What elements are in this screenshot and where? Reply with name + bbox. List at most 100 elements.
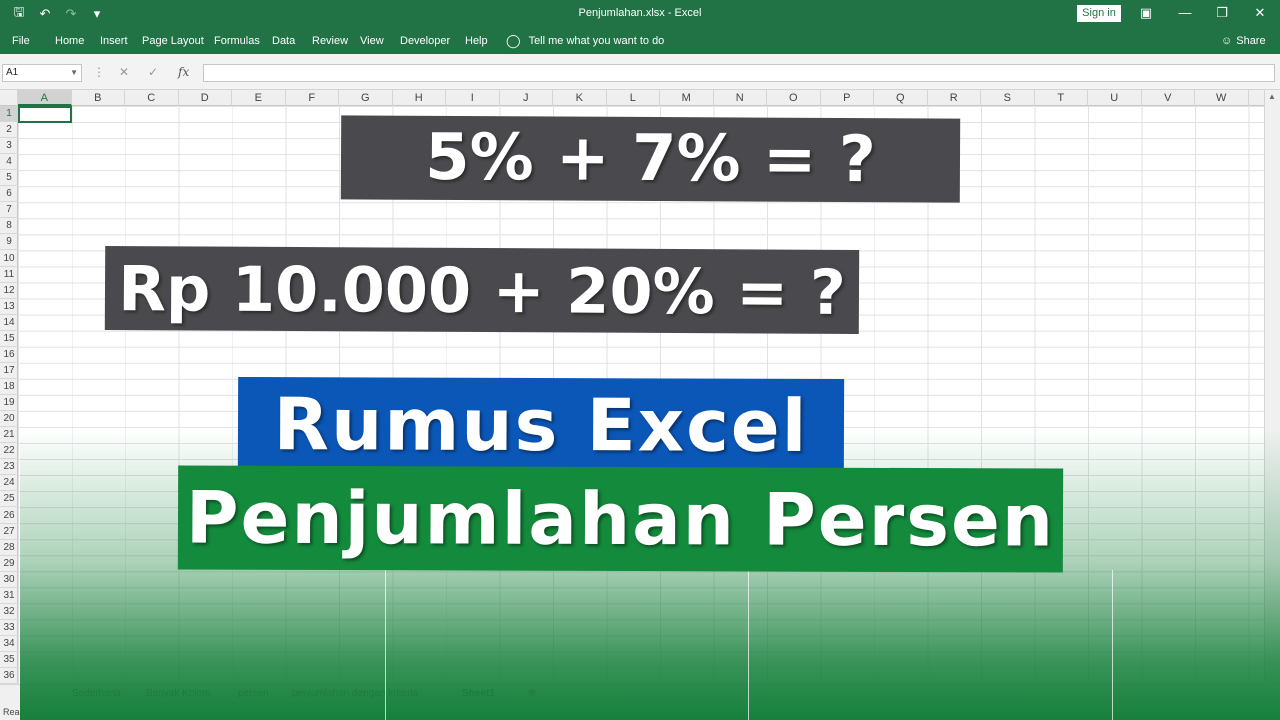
column-header[interactable]: H bbox=[393, 90, 446, 106]
scroll-up-icon[interactable]: ▲ bbox=[1268, 92, 1276, 101]
ribbon-display-options-icon[interactable]: ▣ bbox=[1136, 5, 1156, 21]
active-cell[interactable] bbox=[18, 106, 72, 123]
row-header[interactable]: 14 bbox=[0, 315, 18, 331]
column-header[interactable]: L bbox=[607, 90, 660, 106]
row-header[interactable]: 2 bbox=[0, 122, 18, 139]
row-header[interactable]: 23 bbox=[0, 459, 18, 476]
formula-input[interactable] bbox=[203, 64, 1275, 82]
row-header[interactable]: 22 bbox=[0, 443, 18, 460]
lightbulb-icon: ◯ bbox=[506, 33, 521, 48]
column-header[interactable]: W bbox=[1195, 90, 1249, 106]
row-header[interactable]: 15 bbox=[0, 331, 18, 347]
row-header[interactable]: 36 bbox=[0, 668, 18, 684]
tell-me-search[interactable]: ◯ Tell me what you want to do bbox=[506, 33, 664, 49]
tab-help[interactable]: Help bbox=[465, 35, 488, 47]
row-header[interactable]: 13 bbox=[0, 299, 18, 315]
close-icon[interactable]: ✕ bbox=[1250, 5, 1270, 21]
row-header[interactable]: 17 bbox=[0, 363, 18, 379]
column-header[interactable]: D bbox=[179, 90, 232, 106]
minimize-icon[interactable]: — bbox=[1175, 5, 1195, 20]
column-header[interactable]: G bbox=[339, 90, 393, 106]
row-header[interactable]: 20 bbox=[0, 411, 18, 428]
sheet-tab[interactable]: Sederhana bbox=[72, 688, 121, 699]
column-header[interactable]: T bbox=[1035, 90, 1088, 106]
column-header[interactable]: M bbox=[660, 90, 714, 106]
column-header[interactable]: R bbox=[928, 90, 981, 106]
decorative-line bbox=[748, 570, 749, 720]
row-header[interactable]: 24 bbox=[0, 475, 18, 492]
column-header[interactable]: K bbox=[553, 90, 607, 106]
name-box-value: A1 bbox=[6, 67, 19, 78]
column-header[interactable]: P bbox=[821, 90, 874, 106]
row-header[interactable]: 28 bbox=[0, 540, 18, 556]
status-bar: Read bbox=[0, 704, 1280, 720]
row-header[interactable]: 27 bbox=[0, 524, 18, 540]
row-header[interactable]: 7 bbox=[0, 202, 18, 219]
sign-in-button[interactable]: Sign in bbox=[1077, 5, 1121, 22]
row-header[interactable]: 3 bbox=[0, 138, 18, 155]
sheet-tab[interactable]: Banyak Kolom bbox=[146, 688, 210, 699]
column-header[interactable]: C bbox=[125, 90, 179, 106]
column-header[interactable]: E bbox=[232, 90, 286, 106]
select-all-corner[interactable] bbox=[0, 90, 18, 106]
tab-file[interactable]: File bbox=[12, 35, 30, 47]
row-header[interactable]: 16 bbox=[0, 347, 18, 363]
column-header[interactable]: J bbox=[500, 90, 553, 106]
restore-icon[interactable]: ❐ bbox=[1212, 5, 1232, 21]
row-header[interactable]: 33 bbox=[0, 620, 18, 636]
row-header[interactable]: 32 bbox=[0, 604, 18, 620]
name-box[interactable]: A1 ▼ bbox=[2, 64, 82, 82]
tab-insert[interactable]: Insert bbox=[100, 35, 128, 47]
sheet-tab-active[interactable]: Sheet1 bbox=[462, 688, 495, 699]
row-header[interactable]: 25 bbox=[0, 491, 18, 508]
add-sheet-icon[interactable]: ⊕ bbox=[528, 688, 536, 699]
column-header[interactable]: S bbox=[981, 90, 1035, 106]
tab-data[interactable]: Data bbox=[272, 35, 295, 47]
sheet-tab[interactable]: persen bbox=[238, 688, 269, 699]
column-header[interactable]: Q bbox=[874, 90, 928, 106]
row-header[interactable]: 10 bbox=[0, 251, 18, 267]
vertical-scrollbar[interactable]: ▲ bbox=[1264, 90, 1280, 684]
row-header[interactable]: 9 bbox=[0, 234, 18, 251]
row-header[interactable]: 21 bbox=[0, 427, 18, 444]
row-header[interactable]: 19 bbox=[0, 395, 18, 412]
row-header[interactable]: 18 bbox=[0, 379, 18, 396]
row-header[interactable]: 31 bbox=[0, 588, 18, 604]
row-header[interactable]: 6 bbox=[0, 186, 18, 203]
tab-home[interactable]: Home bbox=[55, 35, 84, 47]
column-header[interactable]: V bbox=[1142, 90, 1195, 106]
row-header[interactable]: 8 bbox=[0, 218, 18, 235]
insert-function-icon[interactable]: fx bbox=[178, 65, 189, 79]
column-header[interactable]: N bbox=[714, 90, 767, 106]
row-header[interactable]: 12 bbox=[0, 283, 18, 299]
row-header[interactable]: 4 bbox=[0, 154, 18, 171]
tab-formulas[interactable]: Formulas bbox=[214, 35, 260, 47]
sheet-tab[interactable]: penjumlahan dengan kriteria bbox=[292, 688, 418, 699]
tab-review[interactable]: Review bbox=[312, 35, 348, 47]
row-header[interactable]: 34 bbox=[0, 636, 18, 652]
confirm-entry-icon[interactable]: ✓ bbox=[148, 65, 158, 79]
column-header[interactable]: I bbox=[446, 90, 500, 106]
row-header[interactable]: 1 bbox=[0, 106, 18, 122]
row-header[interactable]: 26 bbox=[0, 508, 18, 524]
tab-developer[interactable]: Developer bbox=[400, 35, 450, 47]
column-header[interactable]: B bbox=[72, 90, 125, 106]
more-icon: ⋮ bbox=[93, 65, 105, 79]
column-header[interactable]: O bbox=[767, 90, 821, 106]
tab-page-layout[interactable]: Page Layout bbox=[142, 35, 204, 47]
row-header[interactable]: 11 bbox=[0, 267, 18, 283]
column-header[interactable]: F bbox=[286, 90, 339, 106]
cancel-entry-icon[interactable]: ✕ bbox=[119, 65, 129, 79]
chevron-down-icon: ▼ bbox=[70, 68, 78, 77]
row-header[interactable]: 5 bbox=[0, 170, 18, 187]
banner-text: 5% + 7% = ? bbox=[424, 120, 877, 198]
decorative-line bbox=[385, 570, 386, 720]
row-header[interactable]: 29 bbox=[0, 556, 18, 572]
tab-view[interactable]: View bbox=[360, 35, 384, 47]
column-header[interactable]: U bbox=[1088, 90, 1142, 106]
row-header[interactable]: 30 bbox=[0, 572, 18, 588]
column-header[interactable]: A bbox=[18, 90, 72, 106]
share-button[interactable]: ☺ Share bbox=[1221, 35, 1266, 47]
share-label: Share bbox=[1236, 35, 1266, 47]
row-header[interactable]: 35 bbox=[0, 652, 18, 669]
